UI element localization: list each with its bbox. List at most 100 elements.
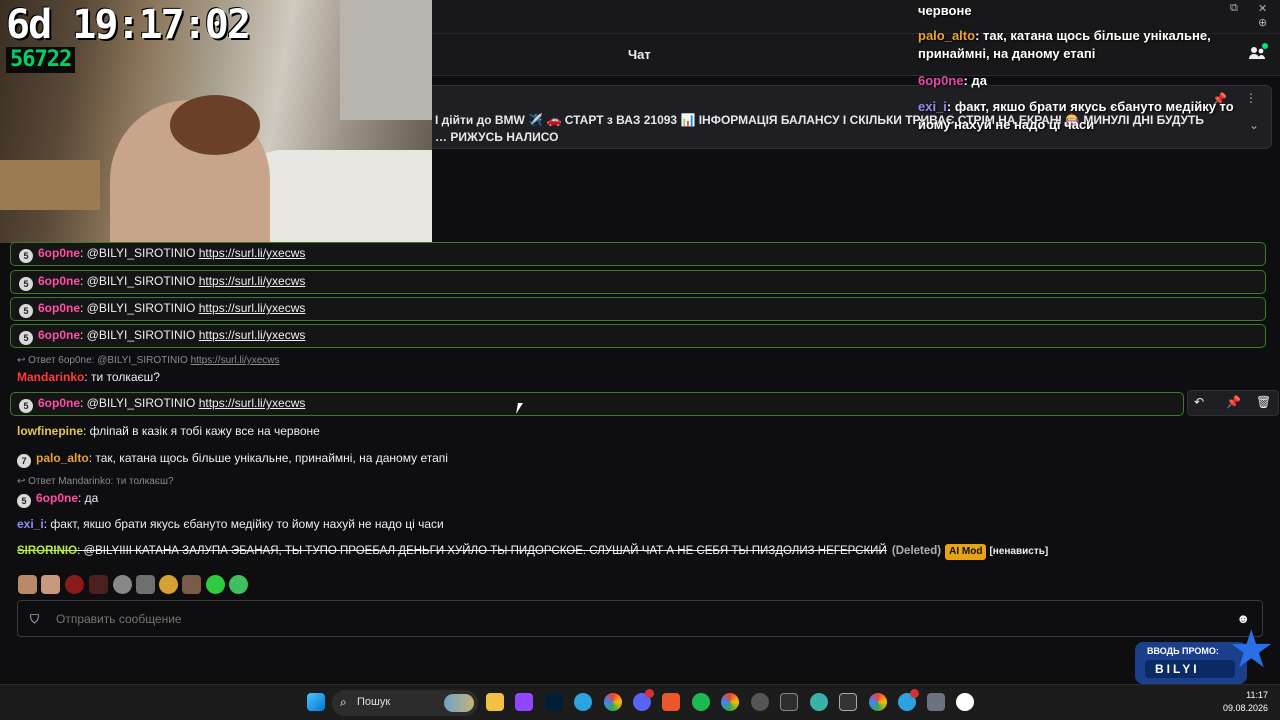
ai-mod-badge: AI Mod bbox=[945, 544, 987, 560]
message-text: : да bbox=[78, 491, 99, 505]
photoshop-icon[interactable] bbox=[545, 693, 563, 711]
system-clock[interactable]: 11:17 09.08.2026 bbox=[1223, 689, 1268, 715]
chat-message[interactable]: Mandarinko: ти толкаєш? bbox=[17, 369, 1257, 385]
shield-icon[interactable]: ⛉ bbox=[30, 612, 39, 627]
message-link[interactable]: https://surl.li/yxecws bbox=[199, 246, 306, 260]
overlay-line: exi_i: факт, якшо брати якусь єбануто ме… bbox=[918, 98, 1253, 134]
chat-message[interactable]: 7 palo_alto: так, катана щось більше унік… bbox=[17, 450, 1257, 468]
chat-message[interactable]: 5 6op0ne: @BILYI_SIROTINIO https://surl.l… bbox=[10, 242, 1266, 266]
reply-icon[interactable]: ↶ bbox=[1194, 395, 1204, 409]
sub-badge: 5 bbox=[19, 399, 33, 413]
clock-time: 11:17 bbox=[1246, 690, 1268, 700]
notification-badge bbox=[910, 689, 919, 698]
media-player-icon[interactable] bbox=[956, 693, 974, 711]
overlay-text: : да bbox=[963, 73, 987, 88]
delete-icon[interactable]: 🗑 bbox=[1256, 395, 1271, 409]
sub-badge: 5 bbox=[19, 331, 33, 345]
search-label: Пошук bbox=[357, 696, 391, 708]
zoom-icon[interactable]: ⊕ bbox=[1258, 16, 1267, 29]
deleted-label: (Deleted) bbox=[891, 545, 942, 557]
username[interactable]: 6op0ne bbox=[38, 301, 80, 315]
calculator-icon[interactable] bbox=[927, 693, 945, 711]
chat-input-box[interactable]: ⛉ ☻ bbox=[17, 600, 1263, 637]
overlay-line: 6op0ne: да bbox=[918, 72, 1253, 90]
terminal-icon[interactable] bbox=[839, 693, 857, 711]
emote-icon[interactable] bbox=[89, 575, 108, 594]
moderation-reason: [ненависть] bbox=[989, 546, 1049, 557]
chrome-active-icon[interactable] bbox=[869, 693, 887, 711]
message-text: : @BILYI_SIROTINIO bbox=[80, 396, 196, 410]
message-link[interactable]: https://surl.li/yxecws bbox=[199, 274, 306, 288]
windows-start-icon[interactable] bbox=[307, 693, 325, 711]
overlay-user: palo_alto bbox=[918, 28, 976, 43]
username[interactable]: Mandarinko bbox=[17, 370, 84, 384]
twitch-icon[interactable] bbox=[515, 693, 533, 711]
chrome-icon[interactable] bbox=[604, 693, 622, 711]
sub-badge: 5 bbox=[19, 277, 33, 291]
obs-icon[interactable] bbox=[751, 693, 769, 711]
spotify-icon[interactable] bbox=[692, 693, 710, 711]
chat-message[interactable]: exi_i: факт, якшо брати якусь єбануто ме… bbox=[17, 516, 1257, 532]
chat-message[interactable]: 5 6op0ne: @BILYI_SIROTINIO https://surl.l… bbox=[10, 297, 1266, 321]
app-icon[interactable] bbox=[780, 693, 798, 711]
chat-message[interactable]: lowfinepine: фліпай в казік я тобі кажу … bbox=[17, 423, 1257, 439]
overlay-user: exi_i bbox=[918, 99, 947, 114]
username[interactable]: SIRORINIO bbox=[17, 545, 77, 557]
sub-badge: 5 bbox=[17, 494, 31, 508]
chat-message-deleted[interactable]: SIRORINIO: @BILYIIII КАТАНА ЗАЛУПА ЭБАНА… bbox=[17, 543, 1257, 560]
message-text: : @BILYI_SIROTINIO bbox=[80, 246, 196, 260]
overlay-user: 6op0ne bbox=[918, 73, 964, 88]
username[interactable]: 6op0ne bbox=[36, 491, 78, 505]
taskbar-search[interactable]: ⌕ Пошук bbox=[332, 690, 478, 716]
pin-message-icon[interactable]: 📌 bbox=[1226, 395, 1241, 409]
fl-studio-icon[interactable] bbox=[662, 693, 680, 711]
file-explorer-icon[interactable] bbox=[486, 693, 504, 711]
emote-icon[interactable] bbox=[41, 575, 60, 594]
chat-input[interactable] bbox=[56, 609, 1206, 629]
emote-icon[interactable] bbox=[229, 575, 248, 594]
emote-icon[interactable] bbox=[113, 575, 132, 594]
chat-message[interactable]: 5 6op0ne: @BILYI_SIROTINIO https://surl.l… bbox=[10, 270, 1266, 294]
message-text: : так, катана щось більше унікальне, при… bbox=[88, 451, 448, 465]
clock-date: 09.08.2026 bbox=[1222, 703, 1268, 713]
username[interactable]: palo_alto bbox=[36, 451, 89, 465]
edge-icon[interactable] bbox=[810, 693, 828, 711]
emote-icon[interactable] bbox=[206, 575, 225, 594]
message-link[interactable]: https://surl.li/yxecws bbox=[199, 396, 306, 410]
sub-badge: 5 bbox=[19, 249, 33, 263]
search-highlight-icon bbox=[444, 694, 474, 712]
reply-reference[interactable]: ↩ Ответ 6op0ne: @BILYI_SIROTINIO https:/… bbox=[17, 355, 279, 366]
close-icon[interactable]: ✕ bbox=[1258, 2, 1267, 15]
message-text: : @BILYI_SIROTINIO bbox=[80, 274, 196, 288]
username[interactable]: 6op0ne bbox=[38, 274, 80, 288]
taskbar: ⌕ Пошук 11:17 09.08.2026 bbox=[0, 684, 1280, 720]
star-logo-icon: ★ bbox=[1228, 621, 1275, 679]
emote-icon[interactable] bbox=[182, 575, 201, 594]
chat-message[interactable]: 5 6op0ne: @BILYI_SIROTINIO https://surl.l… bbox=[10, 392, 1184, 416]
emote-icon[interactable] bbox=[136, 575, 155, 594]
username[interactable]: 6op0ne bbox=[38, 396, 80, 410]
reply-reference[interactable]: ↩ Ответ Mandarinko: ти толкаєш? bbox=[17, 476, 174, 487]
username[interactable]: exi_i bbox=[17, 517, 44, 531]
chat-message[interactable]: 5 6op0ne: @BILYI_SIROTINIO https://surl.l… bbox=[10, 324, 1266, 348]
message-link[interactable]: https://surl.li/yxecws bbox=[199, 328, 306, 342]
message-actions: ↶ 📌 🗑 bbox=[1187, 390, 1279, 416]
chrome-profile-icon[interactable] bbox=[721, 693, 739, 711]
balance-counter: 56722 bbox=[6, 47, 76, 73]
reply-prefix: ↩ Ответ Mandarinko: ти толкаєш? bbox=[17, 476, 174, 487]
username[interactable]: 6op0ne bbox=[38, 246, 80, 260]
promo-label: ВВОДЬ ПРОМО: bbox=[1147, 646, 1219, 656]
search-icon: ⌕ bbox=[340, 695, 347, 709]
app-root: ⧉ ✕ ⊕ Чат І дійти до BMW ✈️ 🚗 СТАРТ з ВА… bbox=[0, 0, 1280, 720]
reply-link[interactable]: https://surl.li/yxecws bbox=[191, 355, 280, 366]
emote-icon[interactable] bbox=[65, 575, 84, 594]
telegram-icon[interactable] bbox=[574, 693, 592, 711]
message-link[interactable]: https://surl.li/yxecws bbox=[199, 301, 306, 315]
overlay-text: червоне bbox=[918, 3, 972, 18]
username[interactable]: 6op0ne bbox=[38, 328, 80, 342]
chat-message[interactable]: 5 6op0ne: да bbox=[17, 490, 1257, 508]
emote-icon[interactable] bbox=[18, 575, 37, 594]
message-text: : @BILYI_SIROTINIO bbox=[80, 301, 196, 315]
emote-icon[interactable] bbox=[159, 575, 178, 594]
username[interactable]: lowfinepine bbox=[17, 424, 83, 438]
